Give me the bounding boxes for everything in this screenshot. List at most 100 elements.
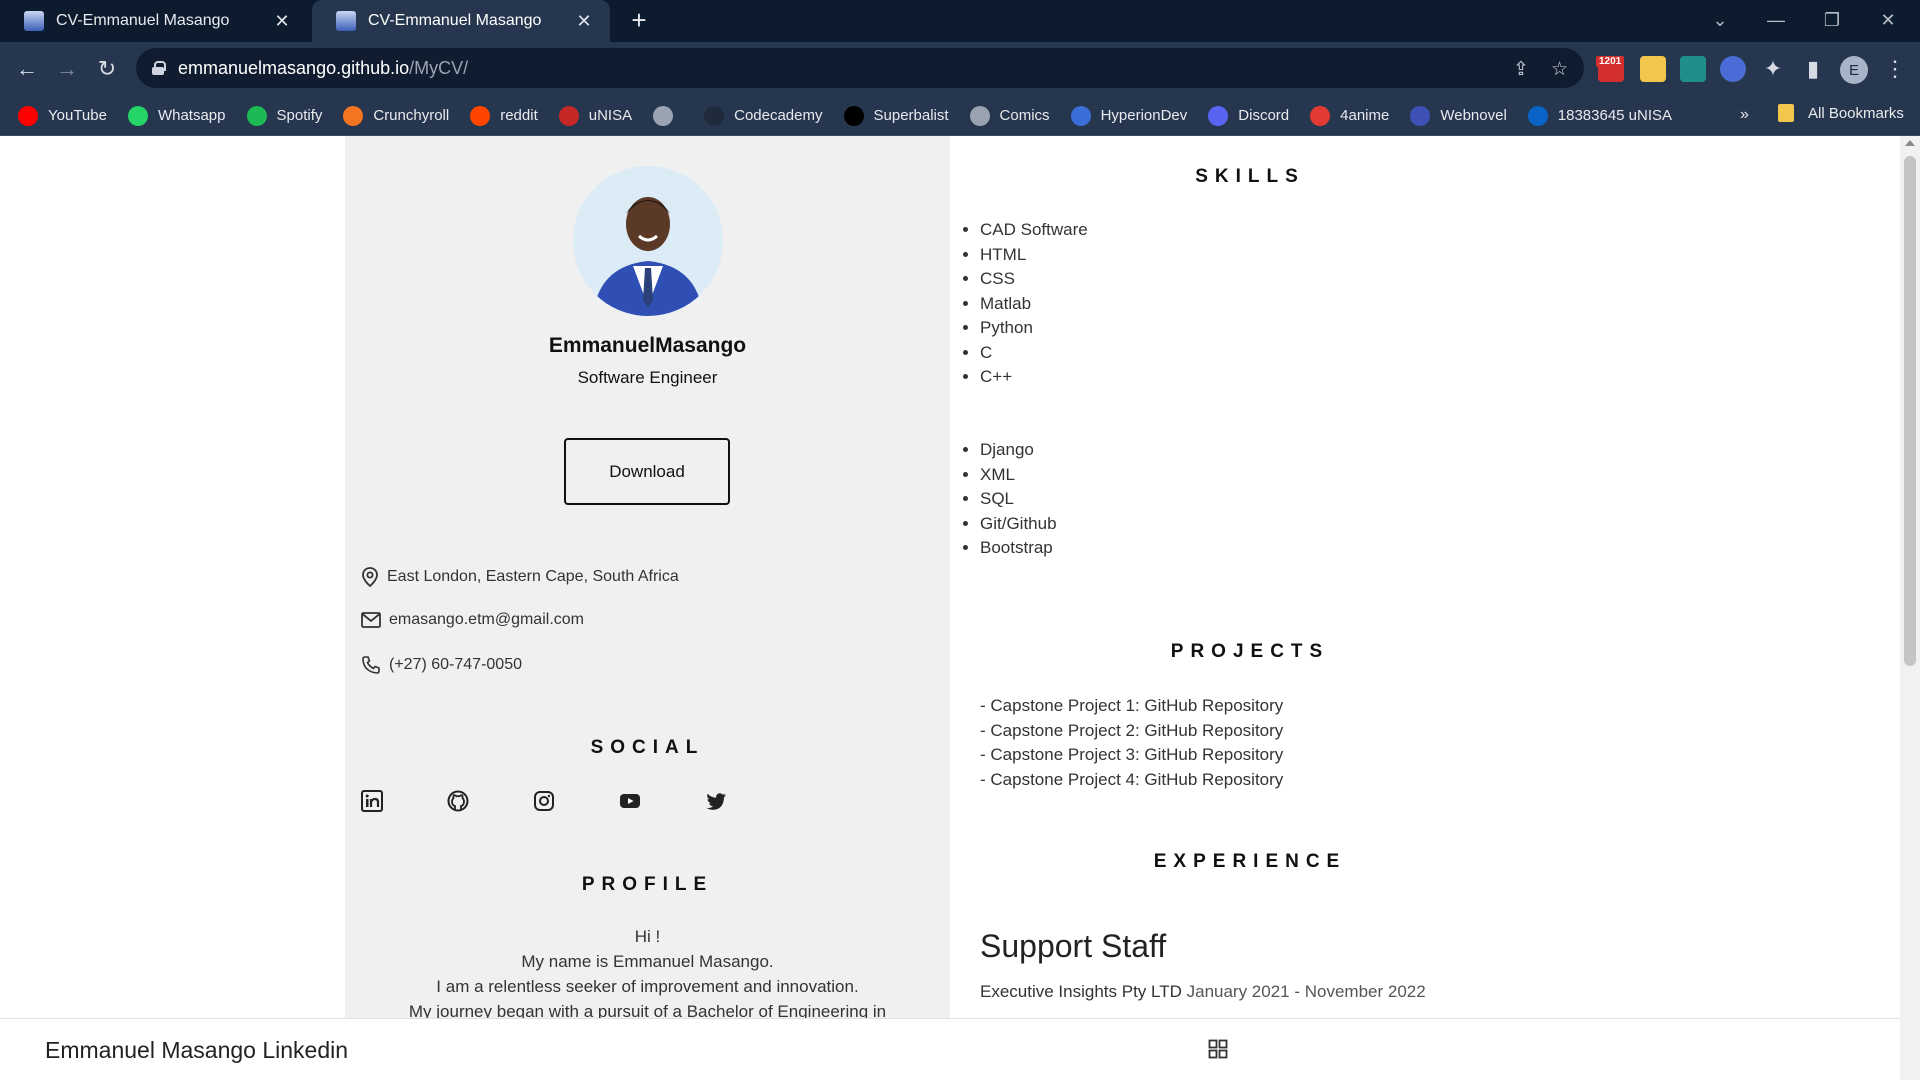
bookmark-item[interactable]: 18383645 uNISA [1527, 105, 1673, 126]
folder-icon [1778, 104, 1794, 122]
list-item: SQL [980, 487, 1057, 512]
project-link[interactable]: - Capstone Project 4: GitHub Repository [980, 768, 1283, 793]
address-bar[interactable]: emmanuelmasango.github.io/MyCV/ ⇪ ☆ [136, 48, 1584, 88]
grid-icon[interactable] [1208, 1039, 1228, 1059]
restore-button[interactable]: ❐ [1810, 0, 1854, 40]
list-item: Git/Github [980, 512, 1057, 537]
linkedin-bar-title[interactable]: Emmanuel Masango Linkedin [45, 1037, 348, 1064]
tab-close-icon[interactable]: ✕ [272, 11, 292, 32]
contact-email[interactable]: emasango.etm@gmail.com [361, 611, 584, 629]
bookmark-item[interactable]: Whatsapp [127, 105, 226, 126]
bookmark-label: 4anime [1340, 107, 1390, 124]
list-item: XML [980, 463, 1057, 488]
more-bookmarks-button[interactable]: » [1740, 106, 1749, 124]
gmail-badge: 1201 [1596, 56, 1625, 67]
vpn-extension-icon[interactable] [1720, 56, 1746, 82]
skills-list-primary: CAD Software HTML CSS Matlab Python C C+… [980, 218, 1088, 390]
back-button[interactable]: ← [12, 54, 42, 84]
bookmark-item[interactable]: YouTube [18, 105, 107, 126]
globe-icon [653, 105, 674, 126]
project-link[interactable]: - Capstone Project 1: GitHub Repository [980, 694, 1283, 719]
crunchyroll-icon [343, 105, 364, 126]
list-item: CSS [980, 267, 1088, 292]
contact-phone[interactable]: (+27) 60-747-0050 [361, 655, 522, 675]
youtube-icon[interactable] [619, 790, 641, 812]
discord-icon [1208, 105, 1229, 126]
tab-title: CV-Emmanuel Masango [368, 12, 542, 29]
bookmark-label: Codecademy [734, 107, 823, 124]
outlook-icon [1527, 105, 1548, 126]
tab-cv-2[interactable]: CV-Emmanuel Masango ✕ [312, 0, 610, 42]
list-item: HTML [980, 243, 1088, 268]
skills-list-secondary: Django XML SQL Git/Github Bootstrap [980, 438, 1057, 561]
bookmark-item[interactable]: Superbalist [843, 105, 949, 126]
menu-kebab-icon[interactable]: ⋮ [1880, 54, 1910, 84]
bookmark-item[interactable]: uNISA [558, 105, 632, 126]
contact-location: East London, Eastern Cape, South Africa [361, 567, 679, 587]
scrollbar-thumb[interactable] [1904, 156, 1916, 666]
codecademy-icon [704, 105, 725, 126]
list-item: C [980, 341, 1088, 366]
bookmark-item[interactable]: Comics [969, 105, 1050, 126]
bookmarks-bar: YouTube Whatsapp Spotify Crunchyroll reddit u… [0, 96, 1920, 136]
twitter-icon[interactable] [705, 790, 727, 812]
project-link[interactable]: - Capstone Project 3: GitHub Repository [980, 743, 1283, 768]
notes-extension-icon[interactable] [1640, 56, 1666, 82]
job-dates: January 2021 - November 2022 [1186, 982, 1426, 1001]
side-panel-icon[interactable]: ▮ [1798, 54, 1828, 84]
bookmark-label: Whatsapp [157, 107, 226, 124]
bookmark-item[interactable]: Webnovel [1410, 105, 1507, 126]
bookmark-item[interactable]: reddit [470, 105, 538, 126]
cv-main: SKILLS CAD Software HTML CSS Matlab Pyth… [950, 136, 1900, 1080]
all-bookmarks-button[interactable]: All Bookmarks [1778, 104, 1904, 122]
bookmark-item[interactable] [653, 105, 683, 126]
github-icon[interactable] [447, 790, 469, 812]
bookmark-item[interactable]: Codecademy [704, 105, 823, 126]
lock-icon[interactable] [152, 61, 166, 75]
tab-close-icon[interactable]: ✕ [574, 11, 594, 32]
tab-search-icon[interactable]: ⌄ [1698, 0, 1742, 40]
person-photo-icon [573, 166, 723, 316]
bookmark-label: 18383645 uNISA [1557, 107, 1673, 124]
forward-button[interactable]: → [52, 54, 82, 84]
tab-cv-1[interactable]: CV-Emmanuel Masango ✕ [0, 0, 308, 42]
bookmark-item[interactable]: Crunchyroll [343, 105, 449, 126]
skills-heading: SKILLS [1195, 166, 1305, 187]
bookmark-item[interactable]: 4anime [1310, 105, 1390, 126]
cv-sidebar: EmmanuelMasango Software Engineer Downlo… [345, 136, 950, 1080]
download-button[interactable]: Download [564, 438, 730, 505]
new-tab-button[interactable]: + [624, 6, 654, 36]
profile-line: I am a relentless seeker of improvement … [436, 977, 859, 996]
url-path: /MyCV/ [409, 57, 469, 78]
list-item: C++ [980, 365, 1088, 390]
email-text: emasango.etm@gmail.com [389, 611, 584, 628]
translate-extension-icon[interactable] [1680, 56, 1706, 82]
reload-button[interactable]: ↻ [92, 54, 122, 84]
hyperiondev-icon [1070, 105, 1091, 126]
project-link[interactable]: - Capstone Project 2: GitHub Repository [980, 719, 1283, 744]
linkedin-badge-bar: Emmanuel Masango Linkedin [0, 1018, 1900, 1080]
bookmark-item[interactable]: HyperionDev [1070, 105, 1187, 126]
all-bookmarks-label: All Bookmarks [1808, 104, 1904, 122]
minimize-button[interactable]: — [1754, 0, 1798, 40]
webnovel-icon [1410, 105, 1431, 126]
map-pin-icon [362, 567, 378, 587]
bookmark-item[interactable]: Discord [1208, 105, 1289, 126]
profile-text: Hi ! My name is Emmanuel Masango. I am a… [345, 924, 950, 1024]
bookmark-star-icon[interactable]: ☆ [1551, 58, 1568, 81]
instagram-icon[interactable] [533, 790, 555, 812]
close-window-button[interactable]: ✕ [1866, 0, 1910, 40]
experience-heading: EXPERIENCE [1153, 851, 1347, 872]
page-scrollbar[interactable] [1900, 136, 1920, 1080]
profile-avatar[interactable]: E [1840, 56, 1868, 84]
scroll-up-arrow-icon[interactable] [1905, 140, 1915, 146]
profile-heading: PROFILE [581, 874, 714, 895]
extensions-puzzle-icon[interactable]: ✦ [1758, 54, 1788, 84]
list-item: Django [980, 438, 1057, 463]
list-item: Bootstrap [980, 536, 1057, 561]
bookmark-item[interactable]: Spotify [246, 105, 322, 126]
spotify-icon [246, 105, 267, 126]
bookmark-label: YouTube [48, 107, 107, 124]
linkedin-icon[interactable] [361, 790, 383, 812]
share-icon[interactable]: ⇪ [1513, 58, 1529, 81]
